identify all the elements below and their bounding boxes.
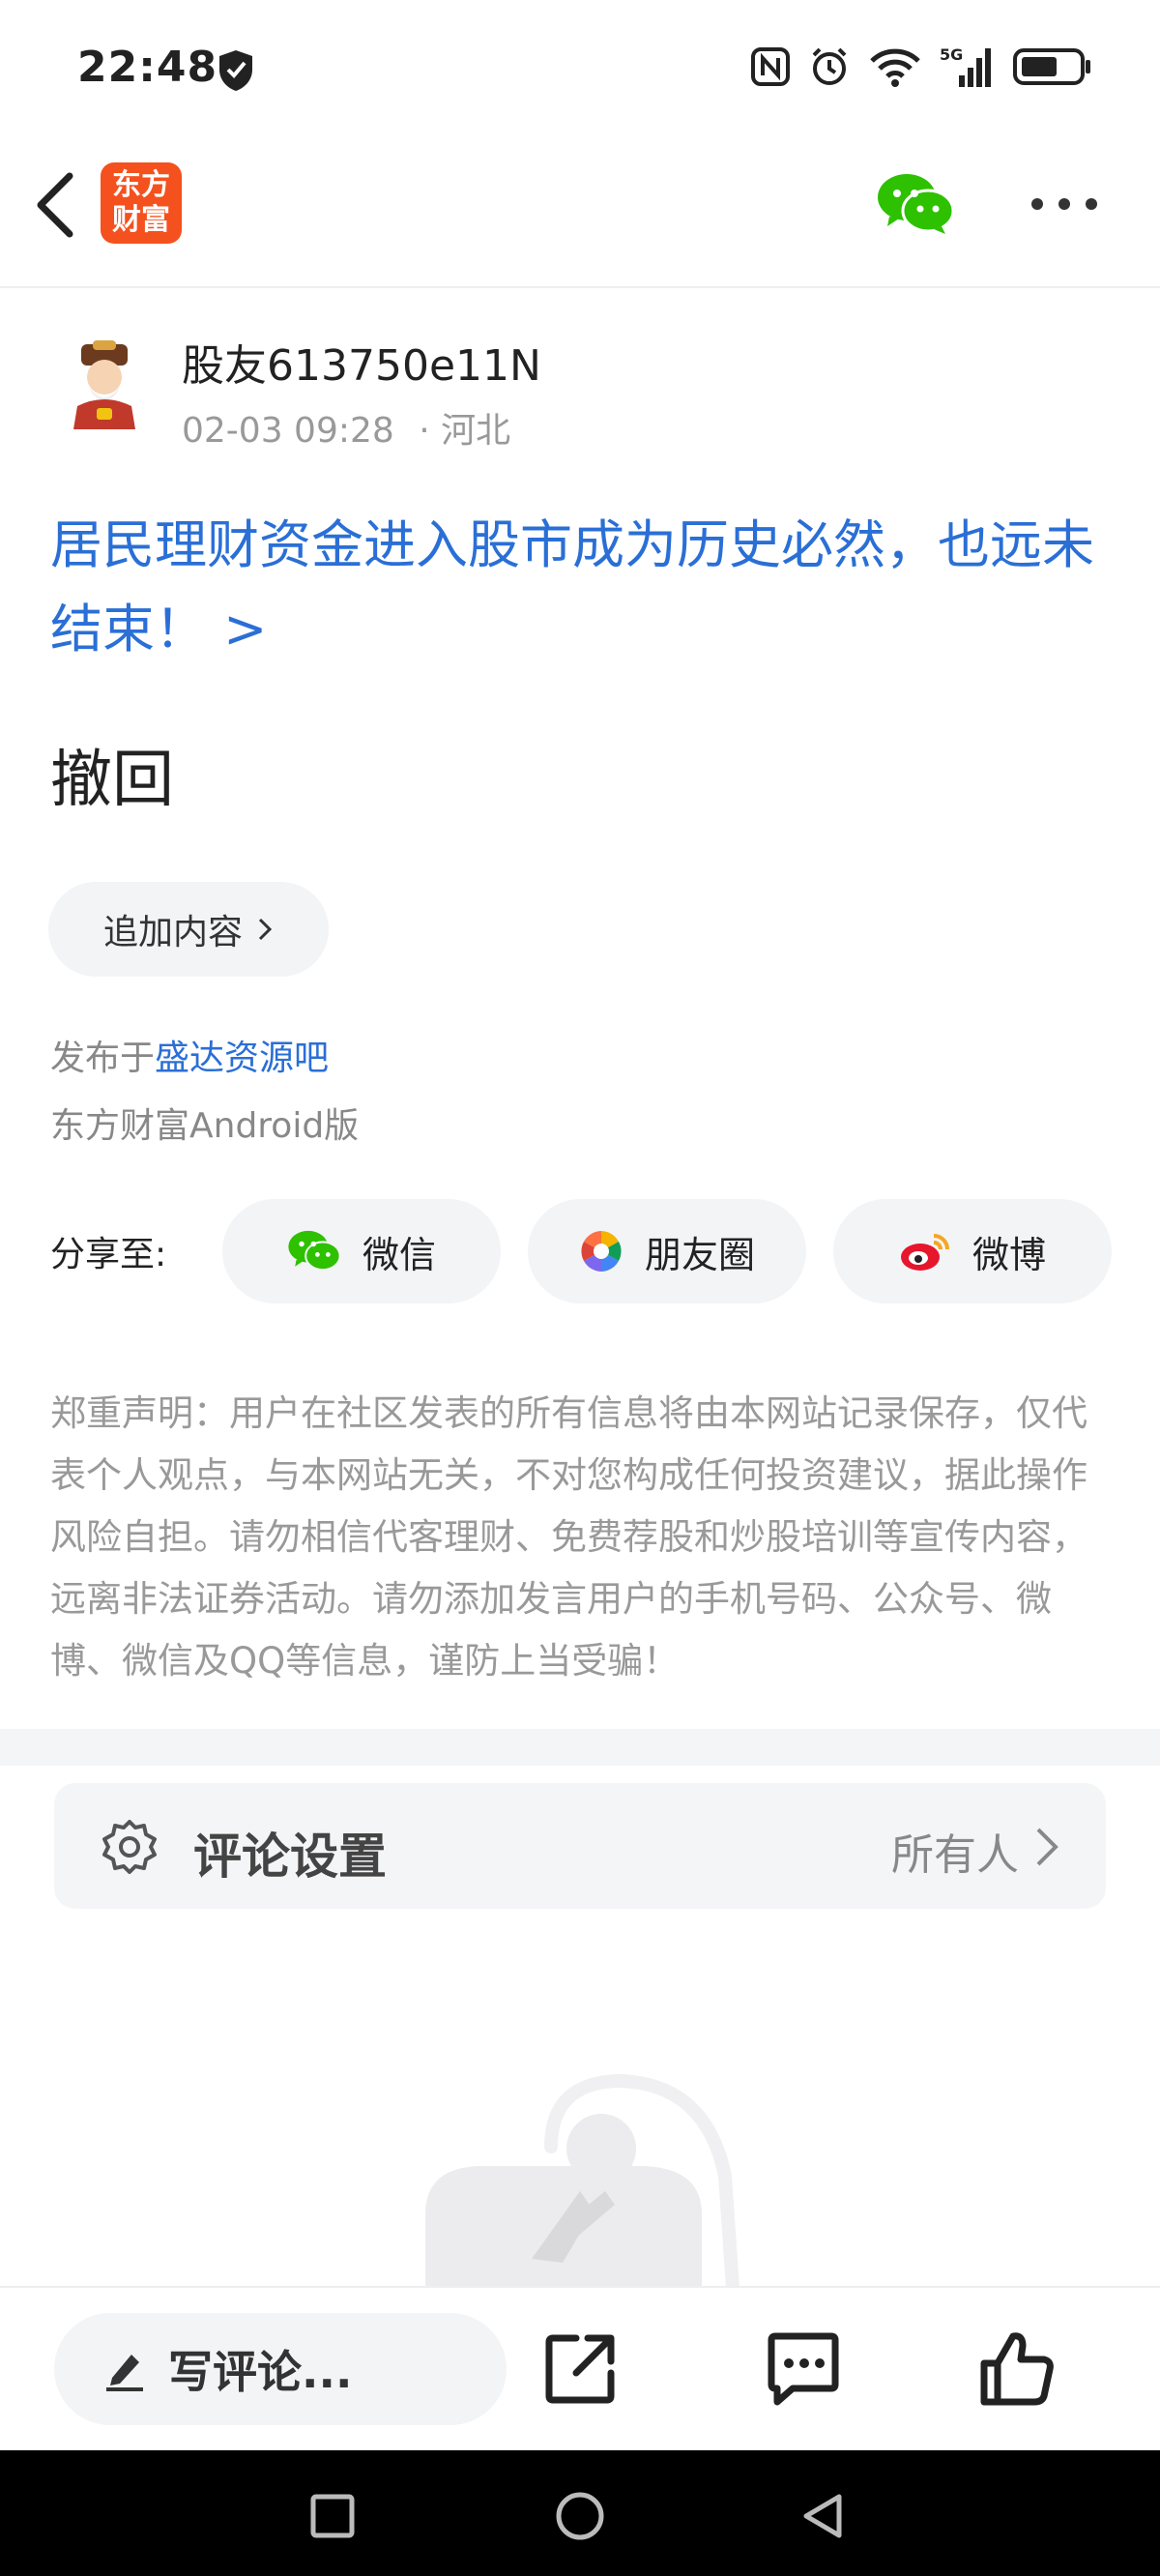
post-meta: 02-03 09:28 · 河北 bbox=[182, 402, 510, 453]
post-date: 02-03 09:28 bbox=[182, 411, 394, 451]
wifi-icon bbox=[870, 48, 920, 87]
pencil-icon bbox=[106, 2355, 143, 2391]
share-icon[interactable] bbox=[537, 2325, 624, 2412]
share-wechat-label: 微信 bbox=[362, 1233, 436, 1276]
logo-text-top: 东方 bbox=[112, 168, 170, 202]
svg-text:5G: 5G bbox=[940, 45, 963, 64]
status-icons: 5G bbox=[750, 44, 1092, 89]
write-comment-placeholder: 写评论... bbox=[168, 2346, 353, 2398]
logo-text-bottom: 财富 bbox=[112, 203, 170, 237]
comment-settings-label: 评论设置 bbox=[193, 1829, 387, 1885]
shield-icon bbox=[219, 50, 252, 91]
nfc-icon bbox=[751, 47, 790, 86]
chevron-right-icon bbox=[258, 918, 273, 941]
share-moments-label: 朋友圈 bbox=[644, 1233, 755, 1276]
home-icon[interactable] bbox=[555, 2491, 605, 2541]
comment-settings-value: 所有人 bbox=[891, 1830, 1019, 1880]
post-title-link[interactable]: 居民理财资金进入股市成为历史必然，也远未结束！ > bbox=[50, 503, 1123, 671]
comments-icon[interactable] bbox=[760, 2325, 847, 2412]
append-label: 追加内容 bbox=[102, 913, 243, 952]
like-icon[interactable] bbox=[974, 2325, 1061, 2412]
published-in: 发布于盛达资源吧 bbox=[50, 1030, 329, 1080]
avatar[interactable] bbox=[58, 338, 151, 431]
published-prefix: 发布于 bbox=[50, 1039, 156, 1078]
share-weibo-button[interactable]: 微博 bbox=[833, 1199, 1112, 1303]
share-wechat-button[interactable]: 微信 bbox=[222, 1199, 501, 1303]
write-comment-input[interactable]: 写评论... bbox=[54, 2313, 507, 2425]
recent-apps-icon[interactable] bbox=[309, 2493, 356, 2539]
status-time: 22:48 bbox=[77, 43, 218, 92]
app-logo[interactable]: 东方 财富 bbox=[101, 162, 182, 244]
share-moments-button[interactable]: 朋友圈 bbox=[528, 1199, 806, 1303]
post-body: 撤回 bbox=[50, 745, 174, 816]
gear-icon bbox=[102, 1820, 157, 1874]
empty-comments-illustration bbox=[425, 2073, 740, 2288]
author-name[interactable]: 股友613750e11N bbox=[182, 331, 541, 393]
post-location: · 河北 bbox=[419, 411, 511, 451]
disclaimer-text: 郑重声明：用户在社区发表的所有信息将由本网站记录保存，仅代表个人观点，与本网站无… bbox=[50, 1392, 1088, 1682]
moments-icon bbox=[581, 1231, 622, 1272]
cellular-signal-icon: 5G bbox=[940, 45, 991, 87]
back-arrow-icon[interactable] bbox=[27, 166, 85, 244]
comment-settings-row[interactable]: 评论设置 所有人 bbox=[54, 1783, 1106, 1909]
wechat-icon bbox=[288, 1230, 341, 1272]
chevron-right-icon bbox=[1036, 1828, 1058, 1866]
client-info: 东方财富Android版 bbox=[50, 1106, 360, 1146]
system-nav-bar bbox=[0, 2450, 1160, 2576]
append-content-button[interactable]: 追加内容 bbox=[48, 882, 329, 977]
wechat-share-icon[interactable] bbox=[876, 172, 955, 236]
weibo-icon bbox=[900, 1234, 949, 1271]
back-nav-icon[interactable] bbox=[798, 2491, 847, 2541]
section-divider bbox=[0, 1729, 1160, 1766]
battery-icon bbox=[1013, 48, 1090, 85]
alarm-icon bbox=[812, 47, 847, 85]
share-label: 分享至: bbox=[50, 1235, 167, 1274]
forum-link[interactable]: 盛达资源吧 bbox=[155, 1039, 329, 1078]
share-weibo-label: 微博 bbox=[972, 1233, 1046, 1276]
more-icon[interactable] bbox=[1029, 190, 1100, 219]
